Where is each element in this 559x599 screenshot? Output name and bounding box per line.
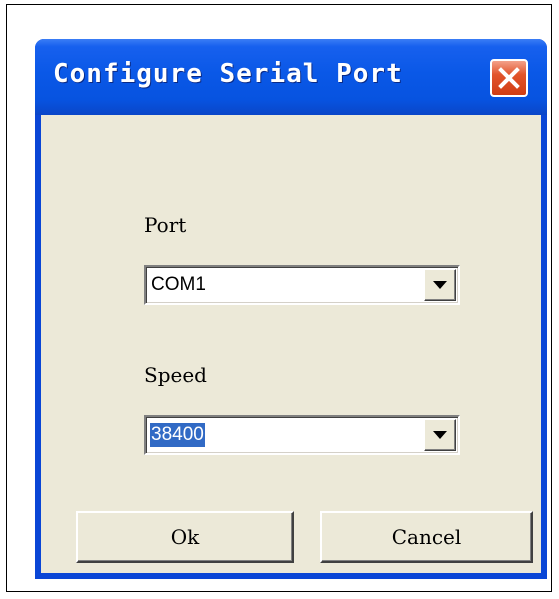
cancel-button[interactable]: Cancel xyxy=(320,511,533,563)
close-button[interactable] xyxy=(490,59,528,97)
port-label: Port xyxy=(144,213,187,237)
title-bar[interactable]: Configure Serial Port xyxy=(35,39,547,115)
ok-button[interactable]: Ok xyxy=(76,511,294,563)
speed-combobox[interactable]: 38400 xyxy=(144,415,460,455)
configure-serial-port-dialog: Configure Serial Port Port COM1 Speed 38… xyxy=(35,39,547,579)
close-icon xyxy=(498,67,520,89)
port-value: COM1 xyxy=(151,274,206,295)
speed-dropdown-button[interactable] xyxy=(424,419,456,451)
port-dropdown-button[interactable] xyxy=(424,269,456,301)
speed-value: 38400 xyxy=(150,423,205,447)
dialog-body: Port COM1 Speed 38400 Ok Cancel xyxy=(41,115,541,573)
dropdown-arrow-icon xyxy=(433,281,447,289)
screenshot-frame: Configure Serial Port Port COM1 Speed 38… xyxy=(6,4,552,592)
dialog-title: Configure Serial Port xyxy=(53,59,403,89)
port-combobox[interactable]: COM1 xyxy=(144,265,460,305)
speed-label: Speed xyxy=(144,363,207,387)
dropdown-arrow-icon xyxy=(433,431,447,439)
